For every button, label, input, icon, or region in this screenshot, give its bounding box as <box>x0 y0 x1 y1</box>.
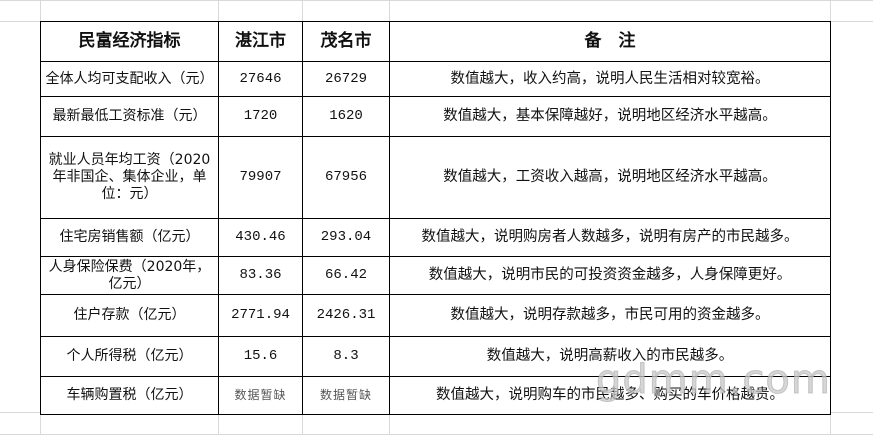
maoming-value: 66.42 <box>302 256 390 295</box>
header-maoming: 茂名市 <box>302 21 390 62</box>
table-row: 车辆购置税（亿元） 数据暂缺 数据暂缺 数值越大，说明购车的市民越多、购买的车价… <box>40 376 831 415</box>
note-cell: 数值越大，说明高薪收入的市民越多。 <box>389 336 831 377</box>
indicator-cell: 人身保险保费（2020年，亿元） <box>40 256 219 295</box>
note-cell: 数值越大，工资收入越高，说明地区经济水平越高。 <box>389 136 831 219</box>
indicator-cell: 最新最低工资标准（元） <box>40 96 219 137</box>
zhanjiang-value: 15.6 <box>218 336 303 377</box>
zhanjiang-value: 79907 <box>218 136 303 219</box>
table-row: 人身保险保费（2020年，亿元） 83.36 66.42 数值越大，说明市民的可… <box>40 256 831 295</box>
table-row: 个人所得税（亿元） 15.6 8.3 数值越大，说明高薪收入的市民越多。 <box>40 336 831 377</box>
zhanjiang-value: 83.36 <box>218 256 303 295</box>
zhanjiang-value: 1720 <box>218 96 303 137</box>
maoming-value: 1620 <box>302 96 390 137</box>
indicator-cell: 个人所得税（亿元） <box>40 336 219 377</box>
table-row: 就业人员年均工资（2020年非国企、集体企业，单位：元） 79907 67956… <box>40 136 831 219</box>
zhanjiang-value: 数据暂缺 <box>218 376 303 415</box>
indicator-cell: 全体人均可支配收入（元） <box>40 61 219 97</box>
note-cell: 数值越大，说明市民的可投资资金越多，人身保障更好。 <box>389 256 831 295</box>
zhanjiang-value: 2771.94 <box>218 294 303 337</box>
indicator-cell: 住户存款（亿元） <box>40 294 219 337</box>
maoming-value: 26729 <box>302 61 390 97</box>
indicator-cell: 车辆购置税（亿元） <box>40 376 219 415</box>
note-cell: 数值越大，说明购房者人数越多，说明有房产的市民越多。 <box>389 218 831 257</box>
maoming-value: 293.04 <box>302 218 390 257</box>
table-row: 全体人均可支配收入（元） 27646 26729 数值越大，收入约高，说明人民生… <box>40 61 831 97</box>
table-row: 最新最低工资标准（元） 1720 1620 数值越大，基本保障越好，说明地区经济… <box>40 96 831 137</box>
maoming-value: 67956 <box>302 136 390 219</box>
table-header-row: 民富经济指标 湛江市 茂名市 备 注 <box>40 21 831 62</box>
note-cell: 数值越大，说明存款越多，市民可用的资金越多。 <box>389 294 831 337</box>
economic-indicators-table: 民富经济指标 湛江市 茂名市 备 注 全体人均可支配收入（元） 27646 26… <box>40 21 831 415</box>
header-indicator: 民富经济指标 <box>40 21 219 62</box>
note-cell: 数值越大，基本保障越好，说明地区经济水平越高。 <box>389 96 831 137</box>
zhanjiang-value: 430.46 <box>218 218 303 257</box>
table-row: 住宅房销售额（亿元） 430.46 293.04 数值越大，说明购房者人数越多，… <box>40 218 831 257</box>
note-cell: 数值越大，说明购车的市民越多、购买的车价格越贵。 <box>389 376 831 415</box>
maoming-value: 8.3 <box>302 336 390 377</box>
indicator-cell: 就业人员年均工资（2020年非国企、集体企业，单位：元） <box>40 136 219 219</box>
maoming-value: 数据暂缺 <box>302 376 390 415</box>
header-zhanjiang: 湛江市 <box>218 21 303 62</box>
note-cell: 数值越大，收入约高，说明人民生活相对较宽裕。 <box>389 61 831 97</box>
zhanjiang-value: 27646 <box>218 61 303 97</box>
header-note: 备 注 <box>389 21 831 62</box>
maoming-value: 2426.31 <box>302 294 390 337</box>
table-row: 住户存款（亿元） 2771.94 2426.31 数值越大，说明存款越多，市民可… <box>40 294 831 337</box>
indicator-cell: 住宅房销售额（亿元） <box>40 218 219 257</box>
